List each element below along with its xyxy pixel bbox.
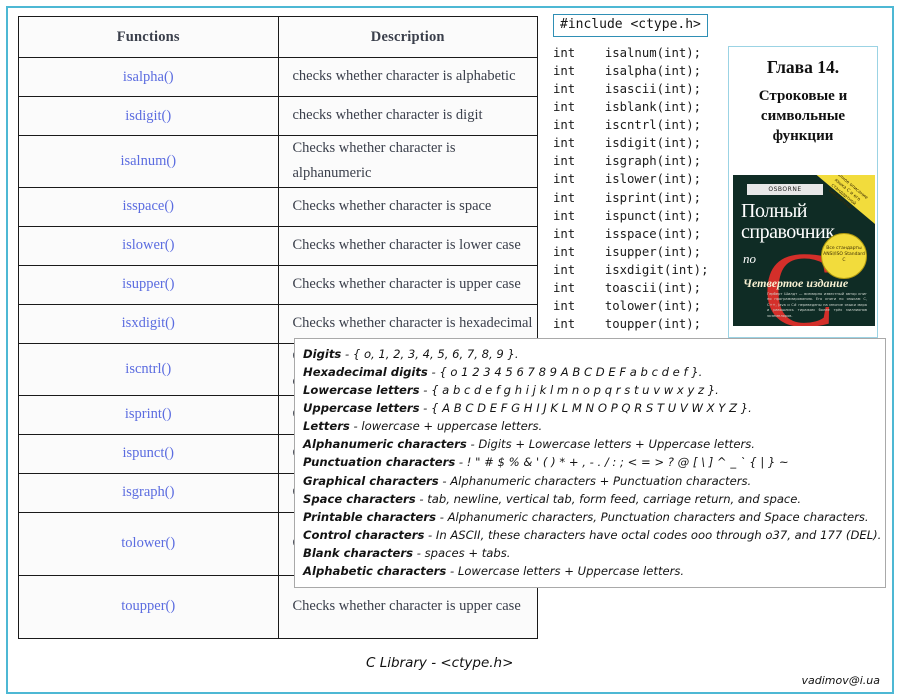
- function-name-cell[interactable]: iscntrl(): [18, 342, 279, 396]
- function-description-cell: Checks whether character is space: [277, 186, 538, 227]
- definition-term: Space characters: [303, 491, 416, 506]
- book-publisher-logo: OSBORNE: [747, 184, 823, 195]
- book-title-line2: справочник: [741, 221, 835, 243]
- column-header-functions: Functions: [18, 16, 279, 58]
- definition-line: Uppercase letters - { A B C D E F G H I …: [303, 399, 877, 417]
- column-header-description: Description: [277, 16, 538, 58]
- function-description-cell: checks whether character is digit: [277, 96, 538, 136]
- table-header-row: Functions Description: [18, 16, 538, 58]
- function-name-cell[interactable]: isdigit(): [18, 96, 279, 136]
- definition-body: - tab, newline, vertical tab, form feed,…: [415, 491, 802, 506]
- include-directive: #include <ctype.h>: [553, 14, 708, 37]
- book-edition: Четвертое издание: [743, 276, 849, 290]
- definition-body: - In ASCII, these characters have octal …: [424, 527, 882, 542]
- definition-body: - ! " # $ % & ' ( ) * + , - . / : ; < = …: [455, 455, 789, 470]
- definition-term: Digits: [303, 347, 342, 361]
- function-name-cell[interactable]: isgraph(): [18, 472, 279, 513]
- function-description-cell: Checks whether character is alphanumeric: [277, 135, 538, 188]
- slide-canvas: Functions Description isalpha() checks wh…: [0, 0, 900, 700]
- definition-body: - Alphanumeric characters, Punctuation c…: [436, 509, 869, 524]
- definition-term: Printable characters: [303, 509, 437, 524]
- function-description-cell: Checks whether character is upper case: [277, 264, 538, 305]
- definition-body: - lowercase + uppercase letters.: [349, 419, 543, 434]
- definition-line: Alphanumeric characters - Digits + Lower…: [303, 435, 877, 453]
- definition-line: Hexadecimal digits - { o 1 2 3 4 5 6 7 8…: [303, 363, 877, 381]
- function-prototypes-list: int isalnum(int); int isalpha(int); int …: [553, 45, 709, 332]
- function-name-cell[interactable]: isxdigit(): [18, 303, 279, 344]
- definition-term: Blank characters: [303, 545, 414, 560]
- definition-term: Alphanumeric characters: [303, 437, 467, 452]
- definition-line: Printable characters - Alphanumeric char…: [303, 508, 877, 526]
- definition-body: - { a b c d e f g h i j k l m n o p q r …: [419, 383, 719, 398]
- book-seal-text: Все стандарты ANSI/ISO Standard C: [823, 246, 865, 264]
- function-name-cell[interactable]: toupper(): [18, 574, 279, 639]
- definition-line: Control characters - In ASCII, these cha…: [303, 526, 881, 544]
- chapter-title: Глава 14. Строковые и символьные функции: [729, 47, 877, 146]
- definition-line: Digits - { o, 1, 2, 3, 4, 5, 6, 7, 8, 9 …: [303, 345, 877, 363]
- book-title: Полный справочник: [741, 200, 835, 243]
- definitions-panel: Digits - { o, 1, 2, 3, 4, 5, 6, 7, 8, 9 …: [294, 338, 886, 589]
- book-title-line1: Полный: [741, 200, 808, 222]
- function-name-cell[interactable]: tolower(): [18, 511, 279, 576]
- definition-term: Hexadecimal digits: [303, 365, 428, 380]
- function-name-cell[interactable]: islower(): [18, 225, 279, 266]
- book-seal-badge: Все стандарты ANSI/ISO Standard C: [821, 233, 867, 279]
- definition-body: - spaces + tabs.: [413, 545, 511, 560]
- definition-line: Blank characters - spaces + tabs.: [303, 544, 877, 562]
- chapter-number: Глава 14.: [766, 57, 840, 77]
- definition-body: - Digits + Lowercase letters + Uppercase…: [466, 437, 755, 452]
- definition-line: Alphabetic characters - Lowercase letter…: [303, 562, 877, 580]
- definition-line: Graphical characters - Alphanumeric char…: [303, 472, 877, 490]
- function-name-cell[interactable]: isspace(): [18, 186, 279, 227]
- function-description-cell: Checks whether character is lower case: [277, 225, 538, 266]
- book-panel: Глава 14. Строковые и символьные функции…: [728, 46, 878, 338]
- table-row: isalnum() Checks whether character is alp…: [18, 135, 538, 188]
- functions-table-head: Functions Description: [18, 16, 538, 58]
- definition-line: Letters - lowercase + uppercase letters.: [303, 417, 877, 435]
- definition-line: Space characters - tab, newline, vertica…: [303, 490, 877, 508]
- table-row: islower() Checks whether character is low…: [18, 225, 538, 266]
- definition-body: - Alphanumeric characters + Punctuation …: [438, 473, 752, 488]
- definition-term: Letters: [303, 419, 350, 434]
- definition-term: Alphabetic characters: [303, 563, 447, 578]
- footer-email: vadimov@i.ua: [801, 674, 880, 687]
- book-preposition: по: [743, 251, 756, 266]
- definition-body: - { o 1 2 3 4 5 6 7 8 9 A B C D E F a b …: [427, 365, 703, 380]
- book-cover-bottom-bar: [733, 326, 875, 335]
- definition-term: Graphical characters: [303, 473, 439, 488]
- definition-term: Uppercase letters: [303, 401, 420, 416]
- table-row: isalpha() checks whether character is alp…: [18, 57, 538, 97]
- definition-body: - { o, 1, 2, 3, 4, 5, 6, 7, 8, 9 }.: [341, 347, 519, 361]
- definition-body: - { A B C D E F G H I J K L M N O P Q R …: [419, 401, 752, 416]
- function-name-cell[interactable]: ispunct(): [18, 433, 279, 474]
- function-description-cell: checks whether character is alphabetic: [277, 57, 538, 97]
- book-cover-image: OSBORNE Полное описание языка С и его ст…: [733, 175, 875, 335]
- definition-term: Punctuation characters: [303, 455, 456, 470]
- definition-body: - Lowercase letters + Uppercase letters.: [446, 563, 685, 578]
- chapter-name: Строковые и символьные функции: [758, 88, 848, 144]
- definition-line: Punctuation characters - ! " # $ % & ' (…: [303, 453, 877, 471]
- code-area: #include <ctype.h> int isalnum(int); int…: [553, 14, 725, 334]
- definition-term: Control characters: [303, 527, 425, 542]
- function-name-cell[interactable]: isalnum(): [18, 135, 279, 188]
- table-row: isupper() Checks whether character is upp…: [18, 264, 538, 305]
- function-name-cell[interactable]: isprint(): [18, 394, 279, 435]
- definition-line: Lowercase letters - { a b c d e f g h i …: [303, 381, 877, 399]
- definition-term: Lowercase letters: [303, 383, 420, 398]
- function-name-cell[interactable]: isalpha(): [18, 57, 279, 97]
- table-row: isdigit() checks whether character is dig…: [18, 96, 538, 136]
- book-blurb: Герберт Шилдт — всемирно известный автор…: [767, 292, 867, 318]
- footer-caption: C Library - <ctype.h>: [366, 655, 514, 671]
- table-row: isspace() Checks whether character is spa…: [18, 186, 538, 227]
- function-name-cell[interactable]: isupper(): [18, 264, 279, 305]
